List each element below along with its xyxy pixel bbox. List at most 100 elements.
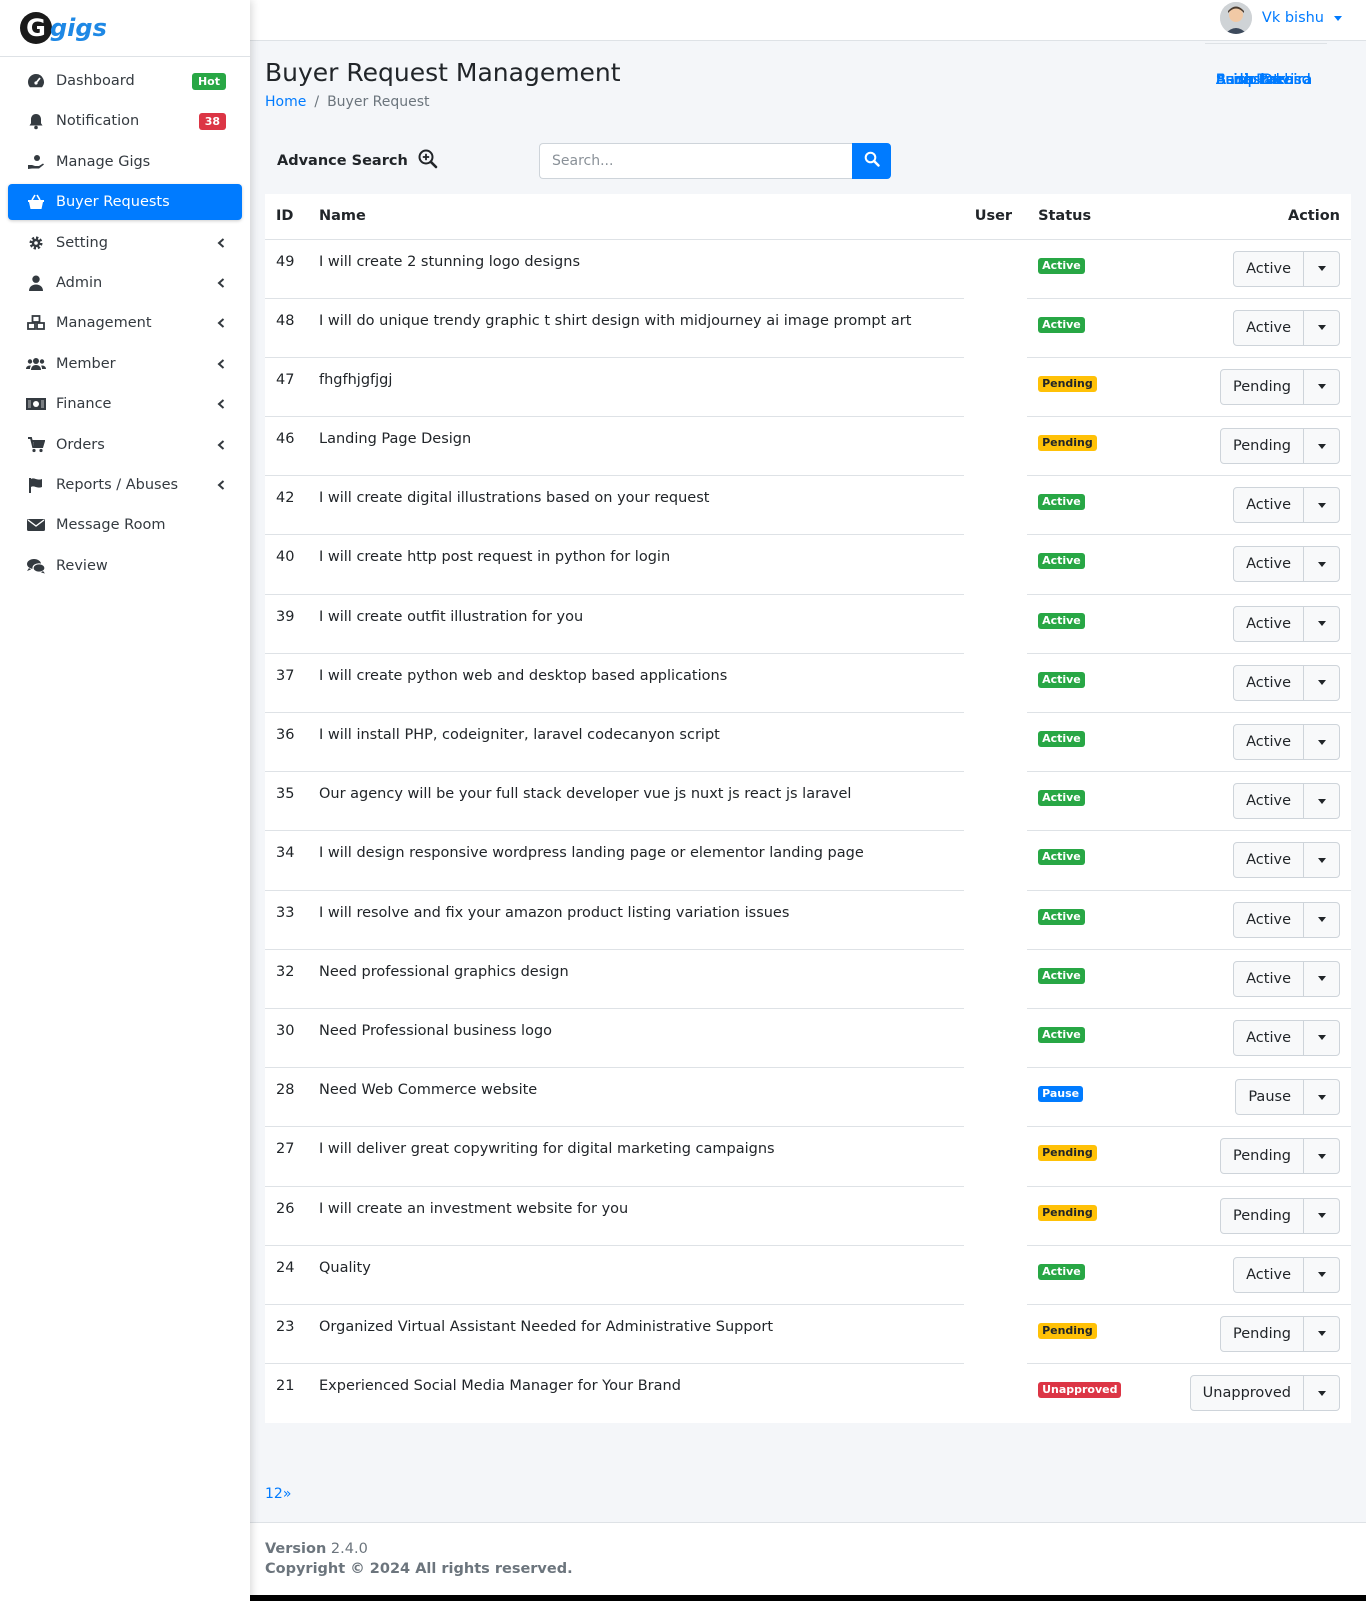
cell-id: 21 <box>265 1363 308 1423</box>
hand-holding-icon <box>26 152 46 172</box>
sidebar-item-finance[interactable]: Finance <box>8 386 242 422</box>
sidebar-item-orders[interactable]: Orders <box>8 427 242 463</box>
table-header-row: ID Name User Status Action <box>265 194 1351 240</box>
cell-status: Active <box>1027 534 1168 595</box>
sidebar-item-review[interactable]: Review <box>8 548 242 584</box>
cell-id: 35 <box>265 771 308 831</box>
table-row: 35 Our agency will be your full stack dev… <box>265 43 1351 831</box>
chevron-down-icon <box>1334 15 1342 21</box>
money-bill-icon <box>26 394 46 414</box>
status-action-button[interactable]: Unapproved <box>1191 1376 1304 1411</box>
dropdown-toggle-button[interactable] <box>1304 311 1339 345</box>
status-badge: Pending <box>1038 435 1097 452</box>
dropdown-toggle-button[interactable] <box>1304 1258 1339 1292</box>
gear-icon <box>26 233 46 253</box>
dropdown-toggle-button[interactable] <box>1304 1021 1339 1055</box>
dropdown-toggle-button[interactable] <box>1304 666 1339 700</box>
dropdown-toggle-button[interactable] <box>1304 1199 1339 1233</box>
status-action-button[interactable]: Active <box>1234 961 1304 996</box>
dropdown-toggle-button[interactable] <box>1304 1139 1339 1173</box>
sidebar-item-admin[interactable]: Admin <box>8 265 242 301</box>
breadcrumb-home-link[interactable]: Home <box>265 94 306 110</box>
table-row: 32 Need professional graphics design Banas… <box>265 43 1351 1009</box>
cell-status: Unapproved <box>1027 1363 1168 1423</box>
cell-name: I will resolve and fix your amazon produ… <box>308 889 964 950</box>
status-action-button[interactable]: Active <box>1234 1257 1304 1292</box>
status-action-button[interactable]: Active <box>1234 902 1304 937</box>
status-action-button[interactable]: Active <box>1234 606 1304 641</box>
status-action-button[interactable]: Active <box>1234 310 1304 345</box>
cell-action: Pending <box>1167 416 1351 476</box>
status-action-button[interactable]: Active <box>1234 843 1304 878</box>
cell-status: Pending <box>1027 1303 1168 1364</box>
cell-action: Active <box>1167 771 1351 831</box>
sidebar-item-dashboard[interactable]: Dashboard Hot <box>8 63 242 99</box>
bell-icon <box>26 111 46 131</box>
sidebar-item-reports-abuses[interactable]: Reports / Abuses <box>8 467 242 503</box>
pagination[interactable]: 12» <box>265 1486 291 1502</box>
cell-id: 28 <box>265 1067 308 1127</box>
table-row: 46 Landing Page Design Banashree Pending Pen… <box>265 43 1351 476</box>
sidebar-item-management[interactable]: Management <box>8 305 242 341</box>
status-action-dropdown: Unapproved <box>1189 1375 1340 1412</box>
status-action-button[interactable]: Active <box>1234 725 1304 759</box>
sidebar-item-notification[interactable]: Notification 38 <box>8 103 242 139</box>
status-action-button[interactable]: Active <box>1234 251 1304 286</box>
table-row: 27 I will deliver great copywriting for d… <box>265 43 1351 1186</box>
cell-name: I will do unique trendy graphic t shirt … <box>308 297 964 358</box>
caret-down-icon <box>1317 266 1326 271</box>
cell-id: 24 <box>265 1244 308 1305</box>
cell-id: 40 <box>265 534 308 595</box>
search-button[interactable] <box>852 143 891 179</box>
dropdown-toggle-button[interactable] <box>1304 547 1339 581</box>
sidebar-item-setting[interactable]: Setting <box>8 225 242 261</box>
sidebar-item-message-room[interactable]: Message Room <box>8 507 242 543</box>
status-action-button[interactable]: Pending <box>1221 1316 1304 1351</box>
dropdown-toggle-button[interactable] <box>1304 903 1339 937</box>
cell-id: 39 <box>265 593 308 654</box>
status-action-button[interactable]: Active <box>1234 547 1304 582</box>
dropdown-toggle-button[interactable] <box>1304 1317 1339 1351</box>
status-action-button[interactable]: Active <box>1234 488 1304 523</box>
advance-search-toggle[interactable]: Advance Search <box>277 149 539 173</box>
status-action-dropdown: Active <box>1233 250 1340 287</box>
dropdown-toggle-button[interactable] <box>1304 1080 1339 1114</box>
cell-id: 23 <box>265 1303 308 1364</box>
user-menu[interactable]: Vk bishu <box>1219 2 1342 34</box>
status-action-button[interactable]: Pending <box>1221 1198 1304 1233</box>
dropdown-toggle-button[interactable] <box>1304 429 1339 463</box>
status-action-button[interactable]: Active <box>1234 665 1304 700</box>
sidebar-item-member[interactable]: Member <box>8 346 242 382</box>
status-action-button[interactable]: Pause <box>1236 1080 1304 1115</box>
caret-down-icon <box>1317 739 1326 745</box>
dropdown-toggle-button[interactable] <box>1304 370 1339 404</box>
dropdown-toggle-button[interactable] <box>1304 843 1339 877</box>
dropdown-toggle-button[interactable] <box>1304 488 1339 522</box>
status-action-button[interactable]: Active <box>1234 1020 1304 1055</box>
breadcrumb-current: Buyer Request <box>327 94 430 110</box>
brand-logo[interactable]: G gigs <box>0 0 250 57</box>
column-header-status[interactable]: Status <box>1027 194 1168 240</box>
status-action-button[interactable]: Pending <box>1221 429 1304 464</box>
caret-down-icon <box>1317 621 1326 627</box>
column-header-id[interactable]: ID <box>265 194 308 240</box>
status-action-button[interactable]: Pending <box>1221 369 1304 404</box>
dropdown-toggle-button[interactable] <box>1304 784 1339 818</box>
caret-down-icon <box>1317 680 1326 686</box>
chevron-left-icon <box>216 439 226 450</box>
dropdown-toggle-button[interactable] <box>1304 1376 1339 1410</box>
dropdown-toggle-button[interactable] <box>1304 252 1339 286</box>
column-header-user[interactable]: User <box>963 194 1028 240</box>
column-header-name[interactable]: Name <box>308 194 964 240</box>
dropdown-toggle-button[interactable] <box>1304 962 1339 996</box>
dropdown-toggle-button[interactable] <box>1304 725 1339 759</box>
cell-action: Active <box>1167 948 1351 1009</box>
dropdown-toggle-button[interactable] <box>1304 607 1339 641</box>
search-input[interactable] <box>539 143 852 179</box>
cell-name: I will create outfit illustration for yo… <box>308 593 964 654</box>
status-action-button[interactable]: Active <box>1234 784 1304 819</box>
status-action-button[interactable]: Pending <box>1221 1139 1304 1174</box>
sidebar-item-buyer-requests[interactable]: Buyer Requests <box>8 184 242 221</box>
cell-action: Active <box>1167 1244 1351 1305</box>
sidebar-item-manage-gigs[interactable]: Manage Gigs <box>8 144 242 180</box>
